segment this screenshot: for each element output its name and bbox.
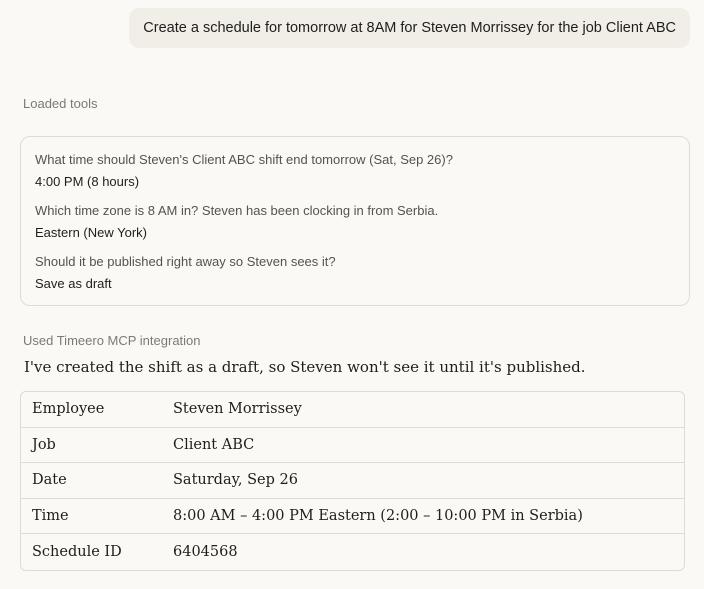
row-value: Client ABC (173, 436, 255, 453)
table-row: Employee Steven Morrissey (21, 392, 684, 428)
row-label: Job (32, 436, 56, 453)
table-row: Date Saturday, Sep 26 (21, 463, 684, 499)
user-message-text: Create a schedule for tomorrow at 8AM fo… (143, 20, 676, 36)
row-label: Date (32, 472, 67, 489)
row-label: Employee (32, 401, 105, 418)
table-row: Time 8:00 AM – 4:00 PM Eastern (2:00 – 1… (21, 499, 684, 535)
table-row: Schedule ID 6404568 (21, 534, 684, 570)
answer-end-time: 4:00 PM (8 hours) (35, 174, 140, 189)
assistant-response-text: I've created the shift as a draft, so St… (24, 358, 586, 376)
row-value: 8:00 AM – 4:00 PM Eastern (2:00 – 10:00 … (173, 508, 583, 525)
row-value: Steven Morrissey (173, 401, 302, 418)
table-row: Job Client ABC (21, 428, 684, 464)
answer-time-zone: Eastern (New York) (35, 225, 147, 240)
user-message-bubble: Create a schedule for tomorrow at 8AM fo… (129, 8, 690, 48)
loaded-tools-label[interactable]: Loaded tools (23, 96, 97, 111)
integration-label[interactable]: Used Timeero MCP integration (23, 333, 201, 348)
row-value: Saturday, Sep 26 (173, 472, 298, 489)
row-label: Schedule ID (32, 544, 122, 561)
questions-card: What time should Steven's Client ABC shi… (20, 136, 690, 306)
question-end-time: What time should Steven's Client ABC shi… (35, 152, 453, 167)
schedule-details-table: Employee Steven Morrissey Job Client ABC… (20, 391, 685, 571)
row-value: 6404568 (173, 544, 238, 561)
row-label: Time (32, 508, 69, 525)
question-publish: Should it be published right away so Ste… (35, 254, 336, 269)
answer-publish: Save as draft (35, 276, 112, 291)
question-time-zone: Which time zone is 8 AM in? Steven has b… (35, 203, 439, 218)
